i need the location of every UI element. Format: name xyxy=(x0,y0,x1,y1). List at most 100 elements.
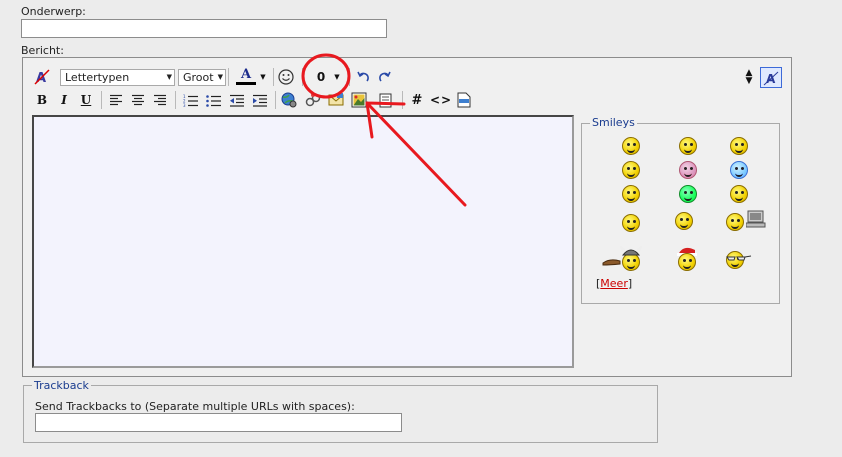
switch-mode-button[interactable]: A xyxy=(760,67,782,88)
bracket-close: ] xyxy=(627,277,633,290)
toolbar-separator xyxy=(402,91,403,109)
align-left-icon xyxy=(110,94,122,106)
club-icon xyxy=(602,259,621,266)
bold-label: B xyxy=(36,93,48,107)
smiley-sleepy-icon[interactable] xyxy=(730,185,748,203)
size-select-value: Groot xyxy=(183,71,214,84)
smiley-wink-icon[interactable] xyxy=(730,137,748,155)
text-color-letter: A xyxy=(240,66,252,82)
toolbar-separator xyxy=(275,91,276,109)
remove-format-icon: A xyxy=(34,69,50,85)
align-center-icon xyxy=(132,94,144,106)
remove-format-button[interactable]: A xyxy=(32,68,52,86)
ordered-list-button[interactable]: 123 xyxy=(180,91,200,109)
smileys-title: Smileys xyxy=(590,116,637,129)
chevron-down-icon: ▼ xyxy=(745,76,753,86)
insert-email-button[interactable] xyxy=(326,91,346,109)
message-textarea[interactable] xyxy=(32,115,574,368)
smiley-shocked-icon[interactable] xyxy=(622,214,640,232)
insert-link-button[interactable] xyxy=(279,91,299,109)
code-button[interactable]: <> xyxy=(430,91,452,109)
smiley-smile-icon[interactable] xyxy=(622,137,640,155)
smiley-cool-icon[interactable] xyxy=(726,251,752,271)
globe-link-icon xyxy=(281,92,297,108)
bullet-list-icon xyxy=(205,94,221,107)
redo-button[interactable] xyxy=(375,68,395,86)
size-select[interactable]: Groot ▼ xyxy=(178,69,226,86)
insert-quote-button[interactable] xyxy=(375,91,395,109)
align-right-icon xyxy=(154,94,166,106)
toolbar-separator xyxy=(273,68,274,86)
attachment-dropdown[interactable]: ▼ xyxy=(333,68,341,86)
color-swatch xyxy=(236,81,256,85)
smiley-grin-icon[interactable] xyxy=(679,137,697,155)
trackback-input[interactable] xyxy=(35,413,402,432)
toolbar-separator xyxy=(228,68,229,86)
smiley-face-icon xyxy=(278,69,294,85)
trackback-panel: Trackback Send Trackbacks to (Separate m… xyxy=(23,379,658,443)
quote-icon xyxy=(379,93,391,107)
underline-label: U xyxy=(80,93,92,107)
php-code-button[interactable] xyxy=(454,91,474,109)
editor-panel: A Lettertypen▼ Groot▼ A ▼ 0 ▼ ▲▼ A B I U xyxy=(22,57,792,377)
attachment-button[interactable]: 0 xyxy=(313,68,329,86)
smiley-blue-icon[interactable] xyxy=(730,161,748,179)
hash-button[interactable]: # xyxy=(407,91,427,109)
align-right-button[interactable] xyxy=(150,91,170,109)
outdent-icon xyxy=(229,94,244,107)
toolbar-separator xyxy=(302,68,303,86)
viking-helmet-icon xyxy=(620,246,642,256)
php-file-icon xyxy=(457,92,471,108)
smiley-santa-icon[interactable] xyxy=(675,244,699,272)
smiley-viking-icon[interactable] xyxy=(602,246,644,272)
smiley-button[interactable] xyxy=(276,68,296,86)
svg-text:3: 3 xyxy=(183,103,186,107)
bold-button[interactable]: B xyxy=(32,91,52,109)
smiley-green-grin-icon[interactable] xyxy=(679,185,697,203)
trackback-title: Trackback xyxy=(32,379,91,392)
sunglasses-icon xyxy=(726,255,752,261)
indent-button[interactable] xyxy=(249,91,269,109)
insert-image-button[interactable] xyxy=(349,90,369,110)
toolbar-separator xyxy=(101,91,102,109)
italic-button[interactable]: I xyxy=(54,91,74,109)
subject-label: Onderwerp: xyxy=(21,5,86,18)
outdent-button[interactable] xyxy=(226,91,246,109)
text-color-dropdown[interactable]: ▼ xyxy=(259,68,267,86)
align-left-button[interactable] xyxy=(106,91,126,109)
message-label: Bericht: xyxy=(21,44,64,57)
toolbar-separator xyxy=(349,68,350,86)
font-select[interactable]: Lettertypen ▼ xyxy=(60,69,175,86)
align-center-button[interactable] xyxy=(128,91,148,109)
subject-input[interactable] xyxy=(21,19,387,38)
smileys-panel: Smileys [Meer] xyxy=(581,116,780,304)
smiley-pink-icon[interactable] xyxy=(679,161,697,179)
more-smileys-link[interactable]: Meer xyxy=(600,277,628,290)
smileys-more: [Meer] xyxy=(596,277,632,290)
unordered-list-button[interactable] xyxy=(203,91,223,109)
ordered-list-icon: 123 xyxy=(183,94,198,107)
switch-mode-icon: A xyxy=(763,71,779,86)
redo-icon xyxy=(379,71,391,82)
underline-button[interactable]: U xyxy=(76,91,96,109)
chevron-down-icon: ▼ xyxy=(217,73,223,81)
unlink-button[interactable] xyxy=(303,91,323,109)
resize-toggle-button[interactable]: ▲ ▼ xyxy=(742,68,756,86)
smiley-confused-icon[interactable] xyxy=(622,161,640,179)
smiley-computer-icon[interactable] xyxy=(726,210,768,232)
computer-icon xyxy=(746,210,766,228)
chain-unlink-icon xyxy=(305,93,321,107)
indent-icon xyxy=(252,94,267,107)
font-select-value: Lettertypen xyxy=(65,71,130,84)
envelope-icon xyxy=(328,93,344,106)
code-icon: <> xyxy=(429,93,453,107)
undo-button[interactable] xyxy=(353,68,373,86)
hash-icon: # xyxy=(411,92,423,108)
trackback-label: Send Trackbacks to (Separate multiple UR… xyxy=(35,400,355,413)
smiley-cry-icon[interactable] xyxy=(622,185,640,203)
toolbar-separator xyxy=(175,91,176,109)
undo-icon xyxy=(357,71,369,82)
text-color-button[interactable]: A xyxy=(233,67,259,85)
smiley-wave-icon[interactable] xyxy=(675,212,693,230)
image-icon xyxy=(351,92,367,108)
